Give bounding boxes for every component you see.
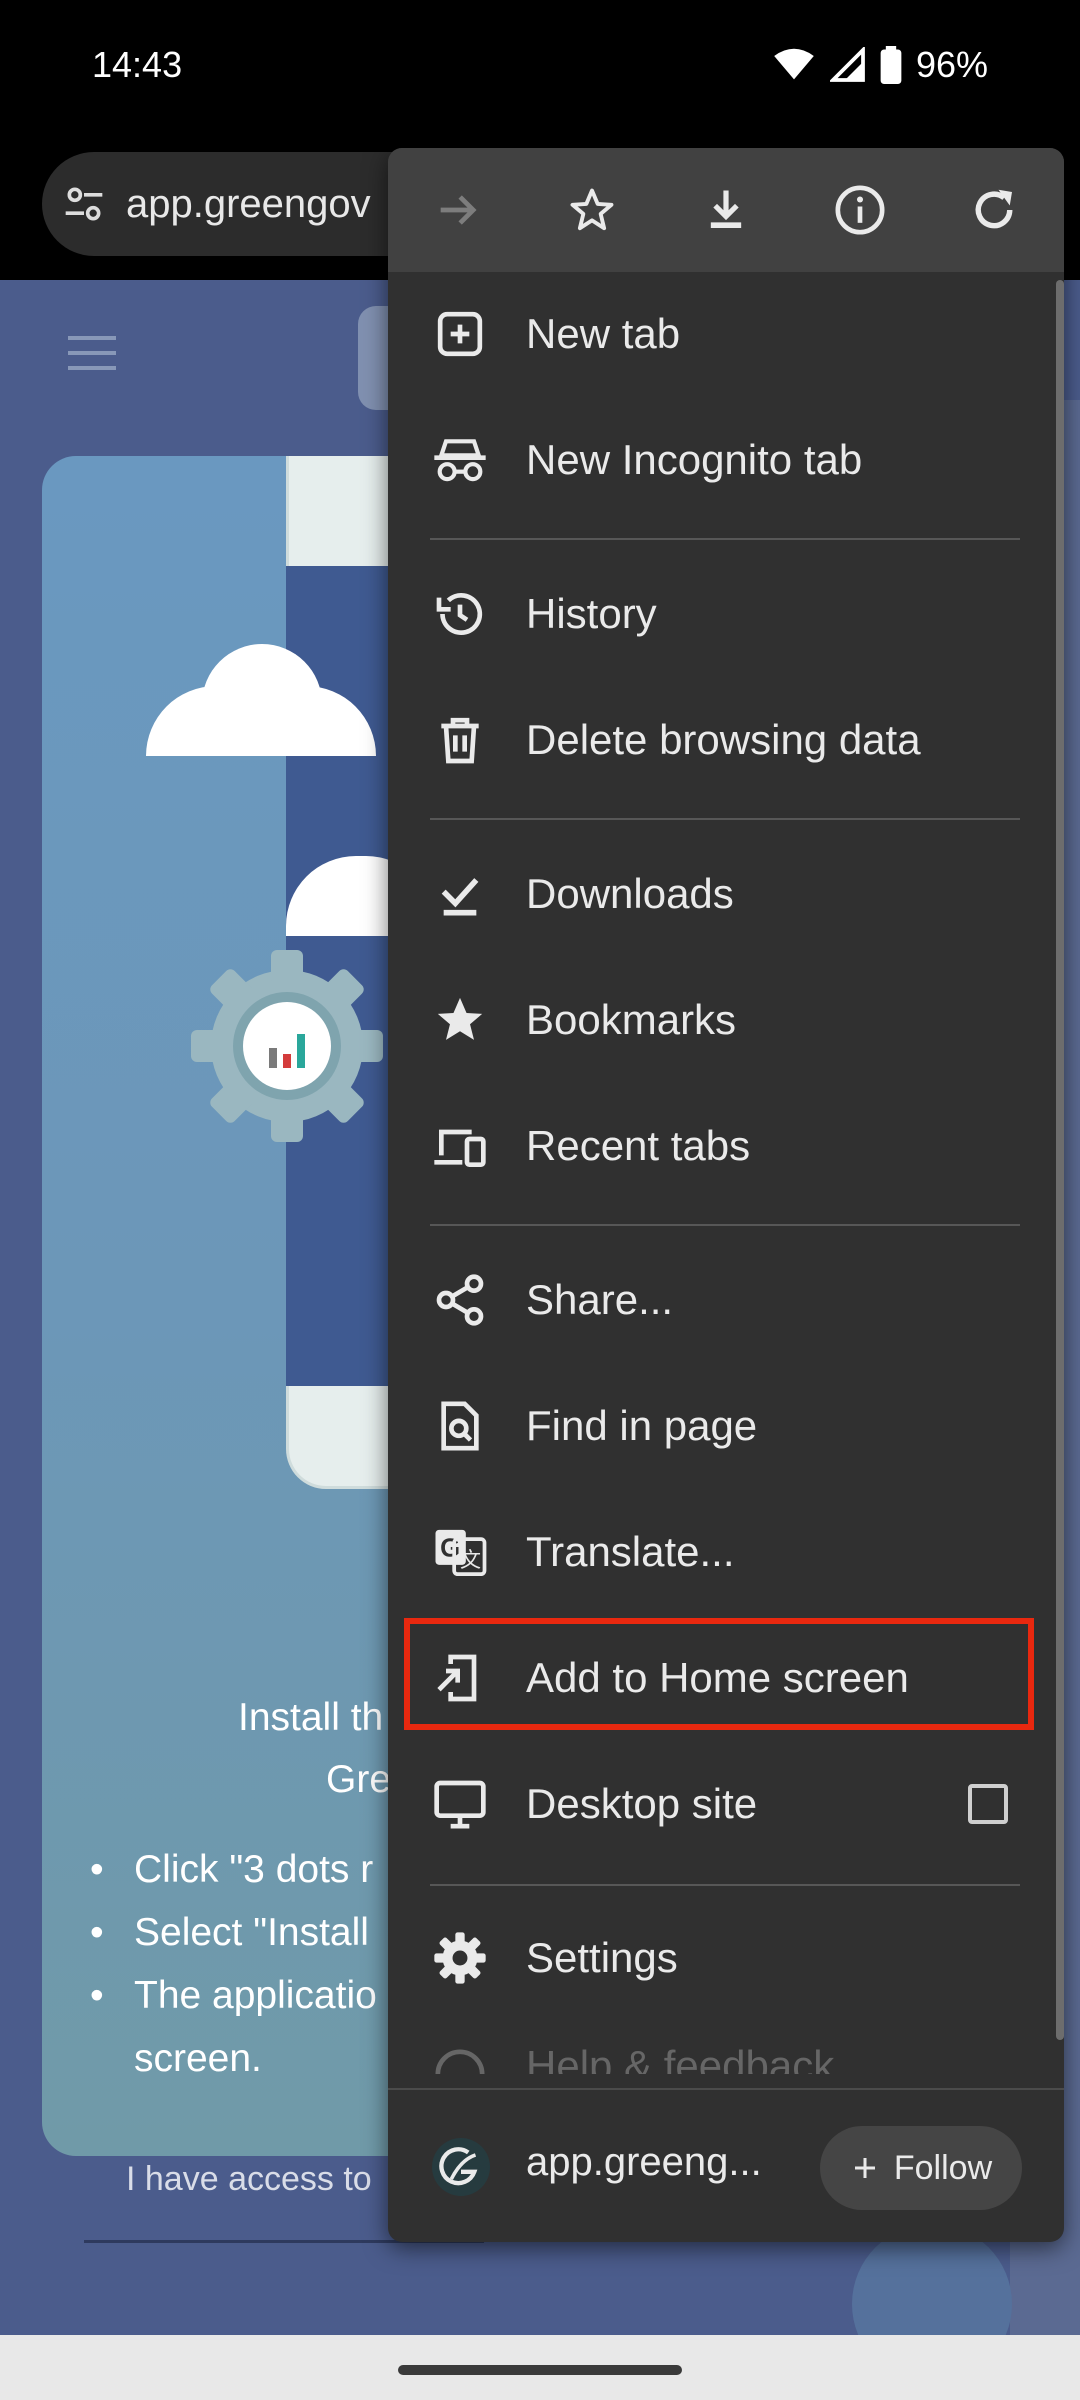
desktop-site-checkbox[interactable] <box>968 1784 1008 1824</box>
site-favicon-icon <box>432 2138 490 2196</box>
follow-button[interactable]: Follow <box>820 2126 1022 2210</box>
menu-separator <box>430 1884 1020 1886</box>
menu-icon-row <box>388 148 1064 272</box>
wifi-icon <box>774 48 814 80</box>
history-icon <box>436 593 483 635</box>
new-tab-icon <box>437 311 483 357</box>
star-icon[interactable] <box>556 174 628 246</box>
home-handle[interactable] <box>398 2365 682 2375</box>
menu-item-desktop-site[interactable]: Desktop site <box>388 1742 1064 1866</box>
share-icon <box>436 1274 484 1326</box>
menu-item-label: Share... <box>526 1276 674 1323</box>
bookmark-star-icon <box>437 997 483 1040</box>
menu-item-delete-browsing-data[interactable]: Delete browsing data <box>388 678 1064 802</box>
status-time: 14:43 <box>92 44 183 85</box>
menu-item-label: Desktop site <box>526 1780 758 1827</box>
menu-item-label: Delete browsing data <box>526 716 921 763</box>
svg-text:文: 文 <box>460 1549 481 1572</box>
menu-item-help-feedback[interactable]: Help & feedback <box>388 2030 1064 2074</box>
gesture-nav-bar <box>0 2335 1080 2400</box>
devices-icon <box>434 1129 486 1167</box>
follow-label: Follow <box>893 2148 993 2187</box>
browser-overflow-menu: New tab New Incognito tab History Delete… <box>388 148 1064 2242</box>
menu-item-translate[interactable]: G文 Translate... <box>388 1490 1064 1614</box>
step-continuation: screen. <box>134 2037 262 2080</box>
downloads-check-icon <box>441 878 479 916</box>
find-in-page-icon <box>441 1401 479 1451</box>
gear-chart-icon <box>191 950 383 1142</box>
site-settings-icon[interactable] <box>62 182 106 226</box>
menu-item-label: Recent tabs <box>526 1122 751 1169</box>
highlight-box <box>404 1618 1034 1730</box>
menu-item-label: New tab <box>526 310 681 357</box>
install-steps: Click "3 dots r Select "Install The appl… <box>90 1838 377 2090</box>
menu-icon[interactable] <box>68 336 116 372</box>
access-checkbox-label[interactable]: I have access to <box>126 2160 372 2199</box>
translate-icon: G文 <box>435 1529 487 1577</box>
refresh-icon[interactable] <box>958 174 1030 246</box>
incognito-icon <box>434 439 486 482</box>
menu-separator <box>430 818 1020 820</box>
cloud-icon <box>202 644 322 754</box>
menu-item-recent-tabs[interactable]: Recent tabs <box>388 1084 1064 1208</box>
menu-separator <box>430 1224 1020 1226</box>
menu-footer: app.greeng... Follow <box>388 2088 1064 2244</box>
menu-item-find-in-page[interactable]: Find in page <box>388 1364 1064 1488</box>
settings-gear-icon <box>434 1932 486 1984</box>
site-name: app.greeng... <box>526 2140 762 2184</box>
step-item: Click "3 dots r <box>90 1838 377 1901</box>
menu-separator <box>430 538 1020 540</box>
battery-percent: 96% <box>915 44 988 85</box>
menu-item-bookmarks[interactable]: Bookmarks <box>388 958 1064 1082</box>
menu-item-label: Help & feedback <box>526 2042 835 2074</box>
menu-item-history[interactable]: History <box>388 552 1064 676</box>
menu-item-new-incognito-tab[interactable]: New Incognito tab <box>388 398 1064 522</box>
menu-item-label: Find in page <box>526 1402 758 1449</box>
status-bar: 14:43 96% <box>0 0 1080 140</box>
menu-scrollbar[interactable] <box>1056 280 1064 2040</box>
desktop-icon <box>434 1780 486 1829</box>
install-title: Install th <box>238 1696 384 1739</box>
menu-item-label: Bookmarks <box>526 996 737 1043</box>
menu-item-share[interactable]: Share... <box>388 1238 1064 1362</box>
forward-icon[interactable] <box>422 174 494 246</box>
menu-item-label: Settings <box>526 1934 678 1981</box>
plus-icon <box>854 2158 875 2178</box>
menu-item-label: History <box>526 590 657 637</box>
help-icon <box>435 2049 485 2074</box>
download-icon[interactable] <box>690 174 762 246</box>
menu-item-downloads[interactable]: Downloads <box>388 832 1064 956</box>
install-subtitle: Gre <box>326 1758 392 1801</box>
menu-item-label: New Incognito tab <box>526 436 863 483</box>
trash-icon <box>441 717 479 764</box>
menu-item-label: Translate... <box>526 1528 735 1575</box>
signal-icon <box>829 47 865 82</box>
step-item: Select "Install <box>90 1901 377 1964</box>
url-text[interactable]: app.greengov <box>126 182 371 227</box>
menu-item-label: Downloads <box>526 870 734 917</box>
status-icons: 96% <box>772 44 988 86</box>
info-icon[interactable] <box>824 174 896 246</box>
menu-item-new-tab[interactable]: New tab <box>388 272 1064 396</box>
battery-icon <box>880 46 902 84</box>
step-item: The applicatio <box>90 1964 377 2027</box>
menu-item-settings[interactable]: Settings <box>388 1896 1064 2020</box>
